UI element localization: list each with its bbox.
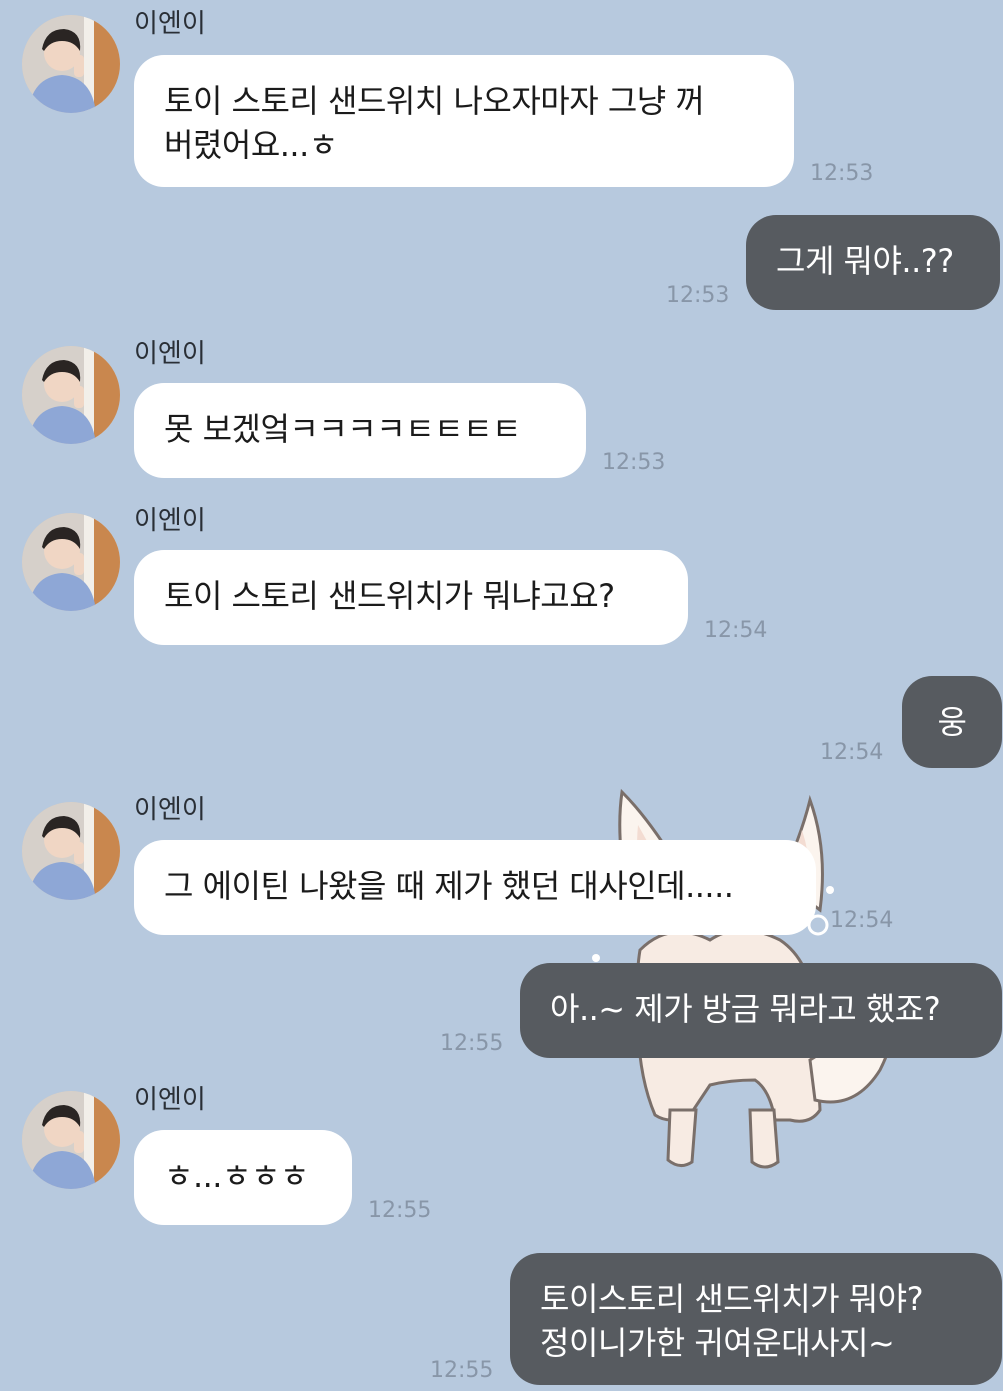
message-text: 그게 뭐야..?? bbox=[776, 242, 954, 280]
message-text: 못 보겠엌ㅋㅋㅋㅋㅌㅌㅌㅌ bbox=[164, 410, 521, 448]
message-timestamp: 12:53 bbox=[602, 450, 666, 475]
message-timestamp: 12:53 bbox=[666, 283, 730, 308]
message-timestamp: 12:55 bbox=[430, 1358, 494, 1383]
outgoing-message-bubble[interactable]: 그게 뭐야..?? bbox=[746, 215, 1000, 310]
message-timestamp: 12:54 bbox=[830, 908, 894, 933]
sender-name: 이엔이 bbox=[134, 1085, 206, 1115]
message-timestamp: 12:54 bbox=[820, 740, 884, 765]
contact-avatar[interactable] bbox=[22, 15, 120, 113]
message-timestamp: 12:54 bbox=[704, 618, 768, 643]
message-text: 웅 bbox=[937, 703, 967, 741]
incoming-message-bubble[interactable]: 토이 스토리 샌드위치 나오자마자 그냥 꺼버렸어요...ㅎ bbox=[134, 55, 794, 187]
message-timestamp: 12:55 bbox=[440, 1031, 504, 1056]
outgoing-message-bubble[interactable]: 웅 bbox=[902, 676, 1002, 768]
incoming-message-bubble[interactable]: 그 에이틴 나왔을 때 제가 했던 대사인데..... bbox=[134, 840, 816, 935]
contact-avatar[interactable] bbox=[22, 1091, 120, 1189]
message-text: 정이니가한 귀여운대사지~ bbox=[540, 1324, 895, 1362]
message-text: 토이 스토리 샌드위치 나오자마자 그냥 꺼 bbox=[164, 82, 705, 120]
contact-avatar[interactable] bbox=[22, 802, 120, 900]
message-text: 그 에이틴 나왔을 때 제가 했던 대사인데..... bbox=[164, 867, 734, 905]
sender-name: 이엔이 bbox=[134, 9, 206, 39]
sender-name: 이엔이 bbox=[134, 795, 206, 825]
message-text: 토이스토리 샌드위치가 뭐야? bbox=[540, 1280, 924, 1318]
message-text: ㅎ...ㅎㅎㅎ bbox=[164, 1157, 309, 1195]
outgoing-message-bubble[interactable]: 아..~ 제가 방금 뭐라고 했죠? bbox=[520, 963, 1002, 1058]
incoming-message-bubble[interactable]: ㅎ...ㅎㅎㅎ bbox=[134, 1130, 352, 1225]
outgoing-message-bubble[interactable]: 토이스토리 샌드위치가 뭐야? 정이니가한 귀여운대사지~ bbox=[510, 1253, 1002, 1385]
contact-avatar[interactable] bbox=[22, 513, 120, 611]
incoming-message-bubble[interactable]: 못 보겠엌ㅋㅋㅋㅋㅌㅌㅌㅌ bbox=[134, 383, 586, 478]
message-text: 아..~ 제가 방금 뭐라고 했죠? bbox=[550, 990, 941, 1028]
message-timestamp: 12:55 bbox=[368, 1198, 432, 1223]
message-text: 토이 스토리 샌드위치가 뭐냐고요? bbox=[164, 577, 615, 615]
message-text: 버렸어요...ㅎ bbox=[164, 126, 338, 164]
message-timestamp: 12:53 bbox=[810, 161, 874, 186]
sender-name: 이엔이 bbox=[134, 506, 206, 536]
incoming-message-bubble[interactable]: 토이 스토리 샌드위치가 뭐냐고요? bbox=[134, 550, 688, 645]
sender-name: 이엔이 bbox=[134, 339, 206, 369]
contact-avatar[interactable] bbox=[22, 346, 120, 444]
